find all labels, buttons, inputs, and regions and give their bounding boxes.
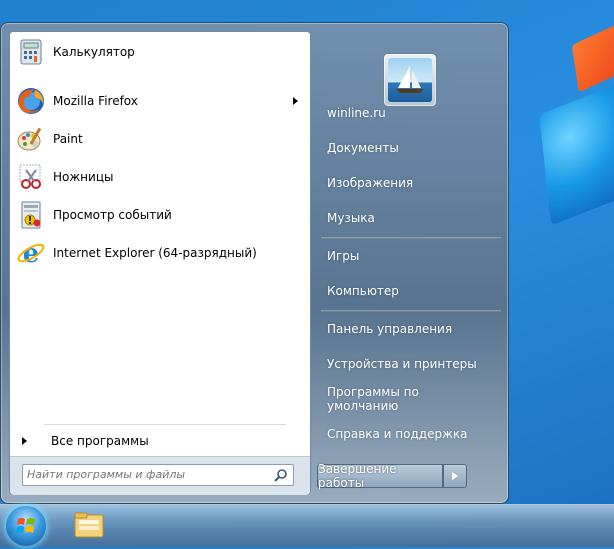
- right-item-documents[interactable]: Документы: [319, 133, 493, 163]
- desktop-logo-red-pane: [571, 17, 614, 93]
- right-item-pictures[interactable]: Изображения: [319, 168, 493, 198]
- calculator-icon: [15, 36, 47, 68]
- right-item-label: Документы: [327, 141, 399, 155]
- all-programs-separator: [44, 424, 286, 425]
- svg-text:e: e: [23, 239, 40, 268]
- program-paint[interactable]: Paint: [14, 122, 304, 156]
- windows-start-orb-icon[interactable]: [6, 506, 46, 546]
- program-label: Ножницы: [53, 170, 114, 184]
- right-item-label: Музыка: [327, 211, 375, 225]
- submenu-arrow-icon[interactable]: [293, 97, 298, 105]
- right-item-label: Панель управления: [327, 322, 453, 336]
- right-item-label: Справка и поддержка: [327, 427, 468, 441]
- taskbar: [0, 504, 614, 547]
- program-label: Калькулятор: [53, 45, 135, 59]
- right-item-label: Игры: [327, 249, 360, 263]
- search-icon[interactable]: [274, 468, 288, 482]
- program-event-viewer[interactable]: Просмотр событий: [14, 198, 304, 232]
- right-item-label: Программы по умолчанию: [327, 385, 419, 413]
- desktop-logo-blue-pane: [539, 79, 614, 226]
- right-item-help-support[interactable]: Справка и поддержка: [319, 419, 493, 449]
- right-item-label: Изображения: [327, 176, 414, 190]
- firefox-icon: [15, 85, 47, 117]
- program-label: Просмотр событий: [53, 208, 172, 222]
- right-item-devices-printers[interactable]: Устройства и принтеры: [319, 349, 493, 379]
- right-item-label: Компьютер: [327, 284, 399, 298]
- right-item-label: Устройства и принтеры: [327, 357, 477, 371]
- right-item-games[interactable]: Игры: [319, 241, 493, 271]
- program-calculator[interactable]: Калькулятор: [14, 35, 304, 69]
- right-pane-separator: [321, 237, 501, 239]
- shutdown-button[interactable]: Завершение работы: [317, 462, 443, 490]
- right-item-control-panel[interactable]: Панель управления: [319, 314, 493, 344]
- all-programs-button[interactable]: Все программы: [18, 430, 298, 452]
- shutdown-label: Завершение работы: [318, 462, 397, 490]
- start-menu: Калькулятор Mozilla Firefox Paint Ножниц…: [0, 22, 509, 504]
- right-item-computer[interactable]: Компьютер: [319, 276, 493, 306]
- sailboat-picture: [388, 58, 432, 102]
- right-pane-separator: [321, 310, 501, 312]
- right-item-music[interactable]: Музыка: [319, 203, 493, 233]
- expand-arrow-icon: [22, 437, 27, 445]
- right-item-user-folder[interactable]: winline.ru: [319, 98, 493, 128]
- event-viewer-icon: [15, 199, 47, 231]
- program-snipping-tool[interactable]: Ножницы: [14, 160, 304, 194]
- program-internet-explorer[interactable]: e Internet Explorer (64-разрядный): [14, 236, 304, 270]
- program-label: Paint: [53, 132, 83, 146]
- search-area: [10, 456, 310, 495]
- right-item-default-programs[interactable]: Программы по умолчанию: [319, 384, 493, 414]
- internet-explorer-icon: e: [15, 237, 47, 269]
- all-programs-label: Все программы: [51, 434, 149, 448]
- scissors-icon: [15, 161, 47, 193]
- search-box[interactable]: [22, 464, 294, 486]
- program-label: Internet Explorer (64-разрядный): [53, 246, 257, 260]
- program-label: Mozilla Firefox: [53, 94, 138, 108]
- windows-explorer-icon[interactable]: [70, 509, 108, 543]
- right-item-label: winline.ru: [327, 106, 386, 120]
- start-menu-programs-pane: Калькулятор Mozilla Firefox Paint Ножниц…: [9, 31, 311, 495]
- shutdown-options-button[interactable]: [443, 464, 467, 488]
- paint-icon: [15, 123, 47, 155]
- program-firefox[interactable]: Mozilla Firefox: [14, 84, 304, 118]
- search-input[interactable]: [27, 466, 265, 482]
